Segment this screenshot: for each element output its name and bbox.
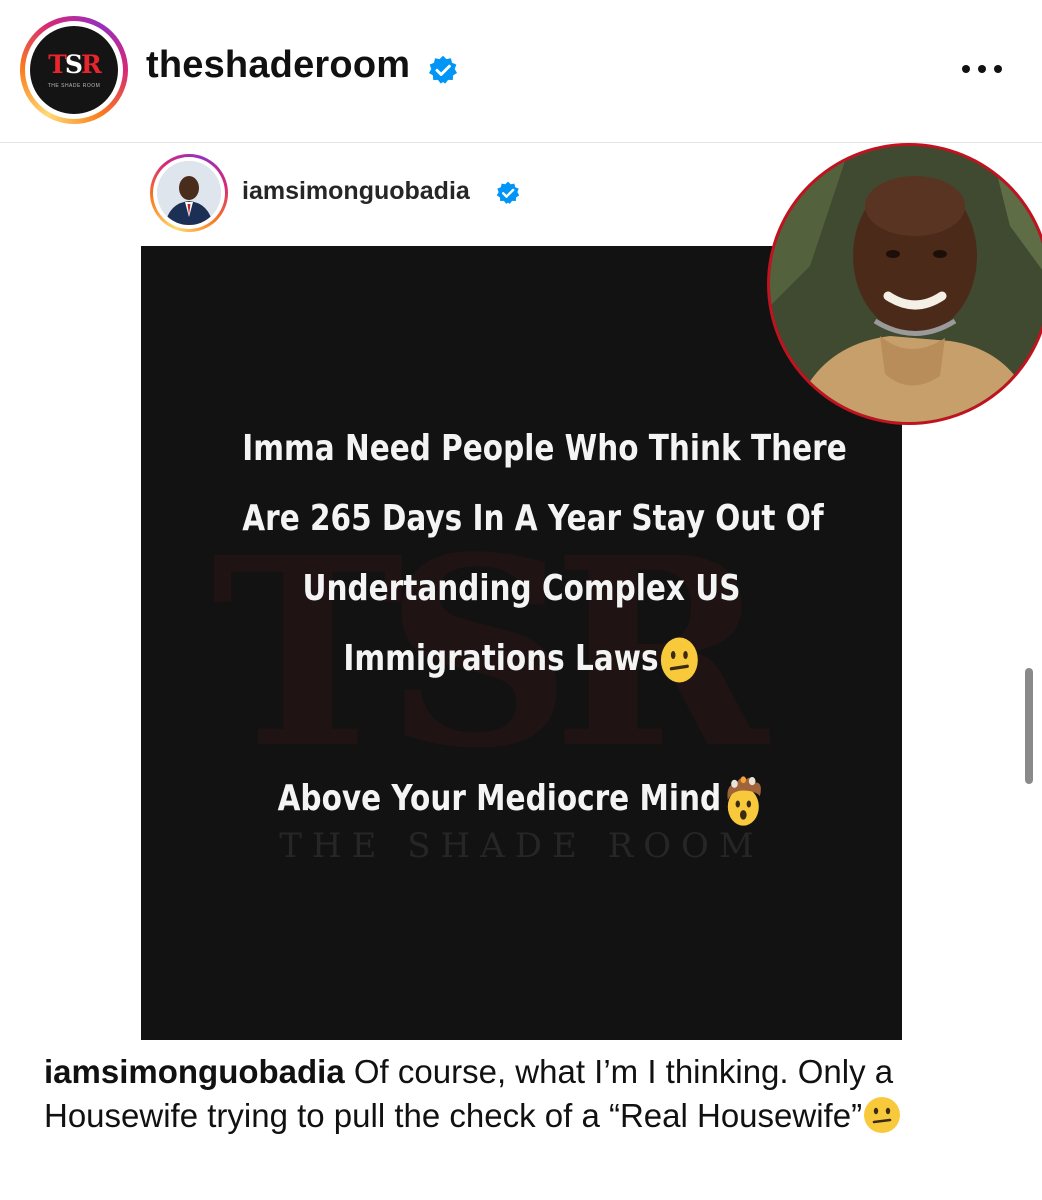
tsr-logo-icon: TSR THE SHADE ROOM — [30, 26, 118, 114]
verified-badge-icon — [496, 181, 520, 204]
repost-avatar[interactable] — [150, 154, 228, 232]
person-avatar-image — [157, 161, 221, 225]
exploding-head-emoji-icon — [727, 776, 761, 826]
neutral-face-emoji-icon — [660, 637, 698, 683]
post-username[interactable]: theshaderoom — [146, 44, 410, 87]
quote-line: Imma Need People Who Think There — [242, 428, 847, 469]
quote-line: Immigrations Laws — [242, 624, 800, 694]
quote-line: Are 265 Days In A Year Stay Out Of — [242, 498, 824, 539]
quote-text: Imma Need People Who Think There Are 265… — [242, 414, 847, 834]
quote-line: Undertanding Complex US — [302, 568, 741, 609]
overlay-person-photo — [767, 143, 1042, 425]
profile-avatar[interactable]: TSR THE SHADE ROOM — [20, 16, 128, 124]
repost-username[interactable]: iamsimonguobadia — [242, 177, 470, 206]
ellipsis-icon — [962, 65, 970, 73]
quote-line: Above Your Mediocre Mind — [242, 764, 800, 834]
post-header: TSR THE SHADE ROOM theshaderoom — [0, 0, 1042, 143]
more-options-button[interactable] — [950, 54, 1014, 84]
neutral-face-emoji-icon — [864, 1097, 901, 1133]
quote-image[interactable]: TSR THE SHADE ROOM Imma Need People Who … — [141, 246, 902, 1040]
post-caption: iamsimonguobadia Of course, what I’m I t… — [44, 1050, 1014, 1138]
verified-badge-icon — [428, 55, 458, 84]
scrollbar-thumb[interactable] — [1025, 668, 1033, 784]
caption-username[interactable]: iamsimonguobadia — [44, 1053, 345, 1090]
